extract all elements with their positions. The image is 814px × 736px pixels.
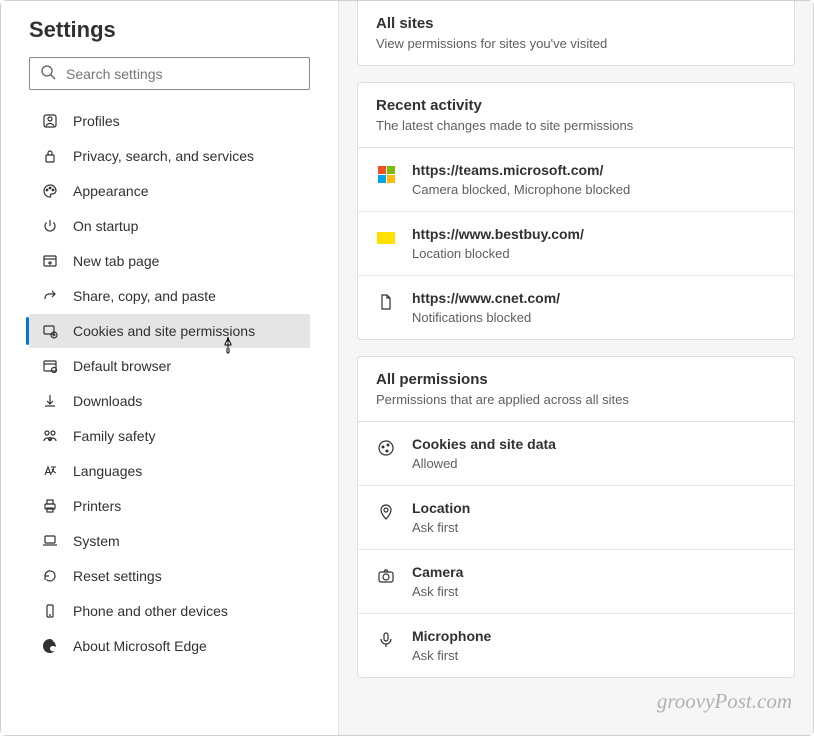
permission-title: Cookies and site data: [412, 436, 776, 452]
sidebar-item-label: Downloads: [73, 393, 142, 409]
recent-activity-title: Recent activity: [376, 97, 776, 114]
microsoft-logo-icon: [376, 164, 396, 184]
language-icon: [41, 462, 59, 480]
power-icon: [41, 217, 59, 235]
sidebar-item-label: Phone and other devices: [73, 603, 228, 619]
sidebar-item-system[interactable]: System: [29, 524, 310, 558]
all-permissions-subtitle: Permissions that are applied across all …: [376, 392, 776, 407]
sidebar-item-profiles[interactable]: Profiles: [29, 104, 310, 138]
sidebar-item-languages[interactable]: Languages: [29, 454, 310, 488]
all-permissions-title: All permissions: [376, 371, 776, 388]
site-url: https://www.bestbuy.com/: [412, 226, 776, 242]
sidebar-item-label: On startup: [73, 218, 138, 234]
site-url: https://www.cnet.com/: [412, 290, 776, 306]
permission-status: Ask first: [412, 648, 776, 663]
sidebar-item-label: Privacy, search, and services: [73, 148, 254, 164]
microphone-icon: [376, 630, 396, 650]
permission-row-microphone[interactable]: Microphone Ask first: [358, 614, 794, 677]
permission-status: Allowed: [412, 456, 776, 471]
all-sites-subtitle: View permissions for sites you've visite…: [376, 36, 776, 51]
sidebar-item-label: Printers: [73, 498, 121, 514]
all-sites-title: All sites: [376, 15, 776, 32]
phone-icon: [41, 602, 59, 620]
sidebar-item-label: Appearance: [73, 183, 149, 199]
site-status: Location blocked: [412, 246, 776, 261]
profile-icon: [41, 112, 59, 130]
page-title: Settings: [29, 17, 310, 43]
browser-icon: [41, 357, 59, 375]
recent-site-row[interactable]: https://www.cnet.com/ Notifications bloc…: [358, 276, 794, 339]
cookie-perm-icon: [41, 322, 59, 340]
permission-row-cookies[interactable]: Cookies and site data Allowed: [358, 422, 794, 486]
sidebar-item-newtab[interactable]: New tab page: [29, 244, 310, 278]
share-icon: [41, 287, 59, 305]
sidebar-item-default-browser[interactable]: Default browser: [29, 349, 310, 383]
camera-icon: [376, 566, 396, 586]
palette-icon: [41, 182, 59, 200]
site-status: Camera blocked, Microphone blocked: [412, 182, 776, 197]
sidebar-item-downloads[interactable]: Downloads: [29, 384, 310, 418]
permission-title: Location: [412, 500, 776, 516]
recent-site-row[interactable]: https://www.bestbuy.com/ Location blocke…: [358, 212, 794, 276]
permission-row-camera[interactable]: Camera Ask first: [358, 550, 794, 614]
search-icon: [40, 64, 56, 83]
sidebar-item-label: About Microsoft Edge: [73, 638, 207, 654]
recent-site-row[interactable]: https://teams.microsoft.com/ Camera bloc…: [358, 148, 794, 212]
search-input[interactable]: [66, 66, 299, 82]
sidebar-item-printers[interactable]: Printers: [29, 489, 310, 523]
sidebar-item-label: System: [73, 533, 120, 549]
permission-row-location[interactable]: Location Ask first: [358, 486, 794, 550]
permission-status: Ask first: [412, 520, 776, 535]
bestbuy-logo-icon: [376, 228, 396, 248]
printer-icon: [41, 497, 59, 515]
sidebar-item-label: New tab page: [73, 253, 159, 269]
sidebar-item-label: Languages: [73, 463, 142, 479]
sidebar-item-cookies[interactable]: Cookies and site permissions: [29, 314, 310, 348]
sidebar-item-label: Default browser: [73, 358, 171, 374]
search-settings-box[interactable]: [29, 57, 310, 90]
all-sites-card[interactable]: All sites View permissions for sites you…: [357, 1, 795, 66]
recent-activity-card: Recent activity The latest changes made …: [357, 82, 795, 340]
site-url: https://teams.microsoft.com/: [412, 162, 776, 178]
edge-icon: [41, 637, 59, 655]
sidebar-item-label: Share, copy, and paste: [73, 288, 216, 304]
settings-nav: Profiles Privacy, search, and services A…: [29, 104, 310, 663]
laptop-icon: [41, 532, 59, 550]
location-icon: [376, 502, 396, 522]
file-icon: [376, 292, 396, 312]
sidebar-item-reset[interactable]: Reset settings: [29, 559, 310, 593]
sidebar-item-privacy[interactable]: Privacy, search, and services: [29, 139, 310, 173]
reset-icon: [41, 567, 59, 585]
permission-title: Camera: [412, 564, 776, 580]
site-status: Notifications blocked: [412, 310, 776, 325]
all-permissions-card: All permissions Permissions that are app…: [357, 356, 795, 678]
cookie-icon: [376, 438, 396, 458]
recent-activity-subtitle: The latest changes made to site permissi…: [376, 118, 776, 133]
settings-sidebar: Settings Profiles Privacy, search, and s…: [1, 1, 339, 735]
sidebar-item-share[interactable]: Share, copy, and paste: [29, 279, 310, 313]
sidebar-item-startup[interactable]: On startup: [29, 209, 310, 243]
sidebar-item-label: Cookies and site permissions: [73, 323, 255, 339]
lock-icon: [41, 147, 59, 165]
sidebar-item-label: Family safety: [73, 428, 155, 444]
tab-icon: [41, 252, 59, 270]
download-icon: [41, 392, 59, 410]
sidebar-item-about[interactable]: About Microsoft Edge: [29, 629, 310, 663]
sidebar-item-family[interactable]: Family safety: [29, 419, 310, 453]
family-icon: [41, 427, 59, 445]
sidebar-item-label: Profiles: [73, 113, 120, 129]
sidebar-item-phone[interactable]: Phone and other devices: [29, 594, 310, 628]
sidebar-item-appearance[interactable]: Appearance: [29, 174, 310, 208]
permission-title: Microphone: [412, 628, 776, 644]
sidebar-item-label: Reset settings: [73, 568, 162, 584]
permission-status: Ask first: [412, 584, 776, 599]
settings-main: All sites View permissions for sites you…: [339, 1, 813, 735]
